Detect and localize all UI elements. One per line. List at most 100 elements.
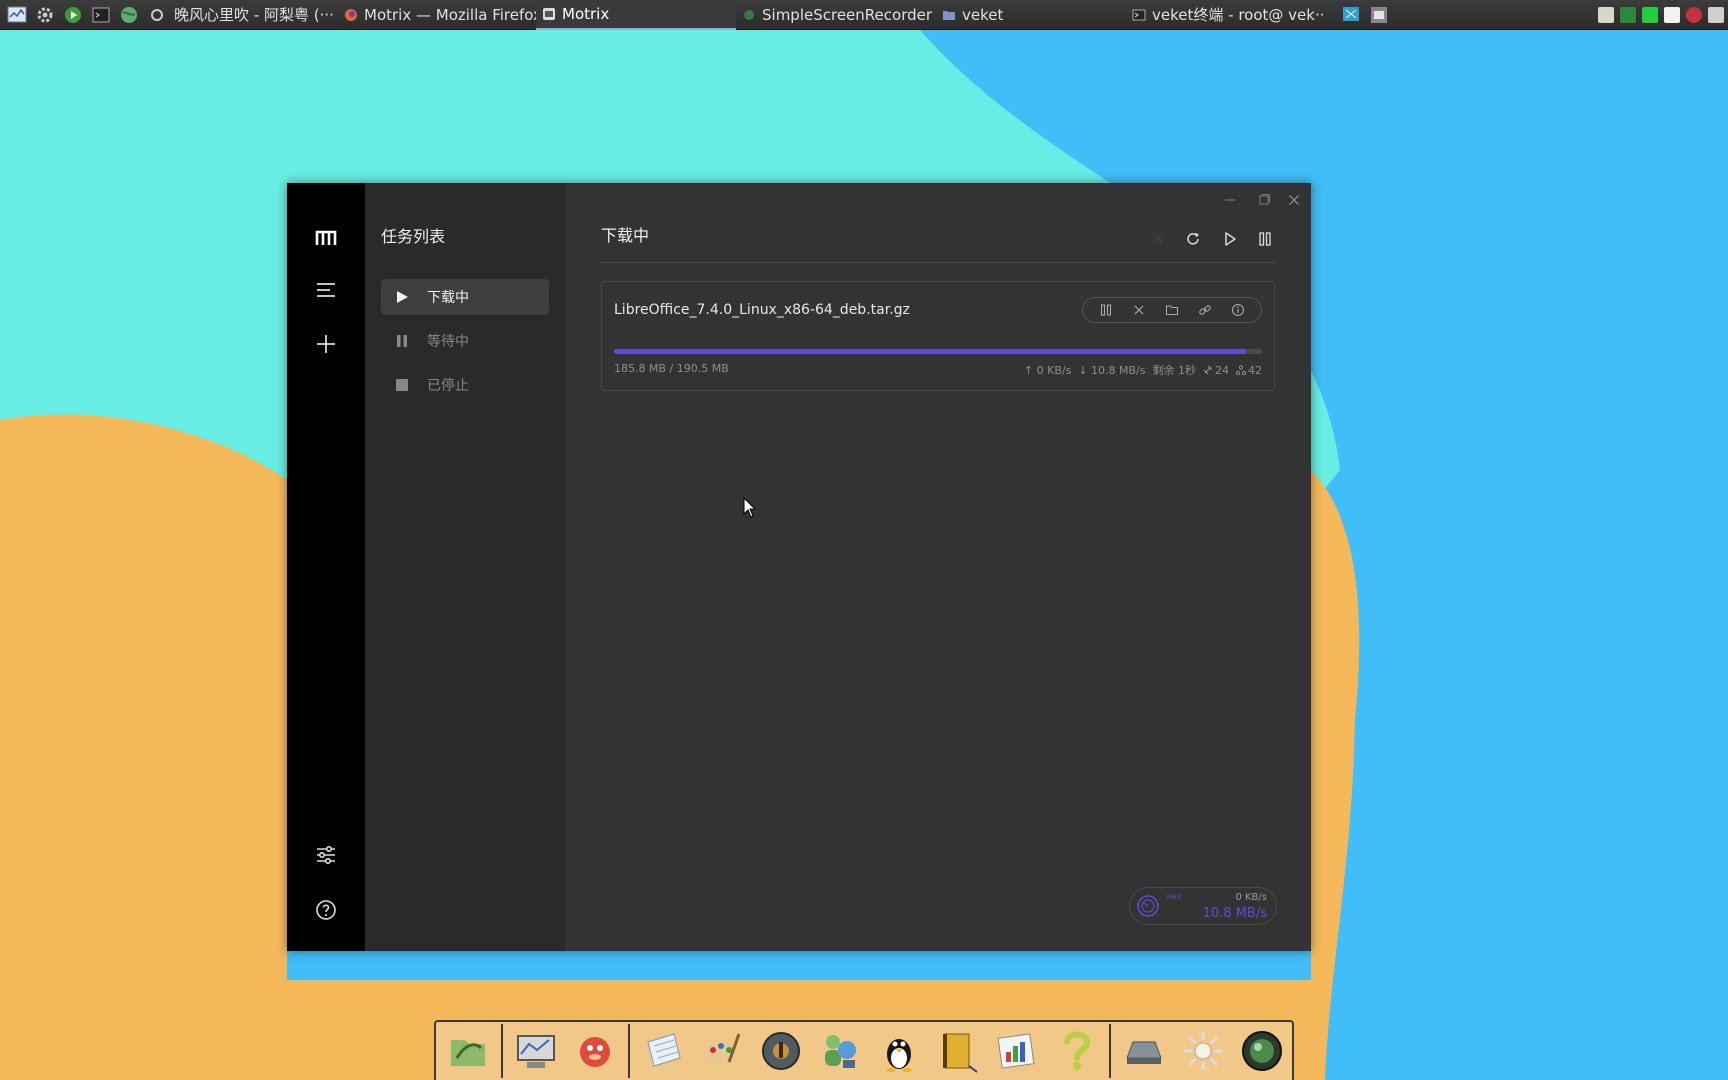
recorder-icon <box>744 9 754 20</box>
speedometer-gauge-icon <box>1137 895 1159 917</box>
preferences-sliders-icon[interactable] <box>311 840 341 870</box>
seeders-count: 42 <box>1248 363 1262 377</box>
motrix-logo-icon <box>311 223 341 253</box>
open-folder-button[interactable] <box>1163 301 1181 319</box>
dock-qq-penguin-icon[interactable] <box>873 1025 925 1077</box>
speedometer[interactable]: MAX 0 KB/s 10.8 MB/s <box>1129 887 1277 925</box>
terminal-icon[interactable] <box>90 5 112 25</box>
task-motrix[interactable]: Motrix <box>536 0 736 30</box>
dock-settings-sun-icon[interactable] <box>1177 1025 1229 1077</box>
maximize-button[interactable] <box>1249 187 1279 213</box>
peers-icon <box>1236 365 1246 375</box>
battery-icon[interactable] <box>1642 6 1658 23</box>
progress-bar <box>614 349 1262 354</box>
pause-task-button[interactable] <box>1097 301 1115 319</box>
panel-title: 任务列表 <box>381 227 446 246</box>
dock-text-editor-icon[interactable] <box>637 1025 689 1077</box>
pause-all-button[interactable] <box>1253 227 1277 251</box>
subnav-item-waiting[interactable]: 等待中 <box>381 323 549 359</box>
terminal-icon <box>1132 9 1146 20</box>
download-speed: ↓ 10.8 MB/s <box>1078 363 1146 377</box>
stop-icon <box>391 374 413 396</box>
resume-all-button[interactable] <box>1218 227 1242 251</box>
task-list-menu-icon[interactable] <box>311 275 341 305</box>
play-icon <box>391 286 413 308</box>
motrix-window: 任务列表 下载中 等待中 已停止 下载中 LibreOffice_7.4.0_L… <box>287 183 1311 951</box>
keyboard-icon[interactable] <box>1708 6 1724 23</box>
media-play-icon[interactable] <box>62 5 84 25</box>
task-screen-recorder[interactable]: SimpleScreenRecorder <box>736 0 936 30</box>
dock-file-manager-icon[interactable] <box>442 1025 494 1077</box>
subnav-item-label: 已停止 <box>427 378 469 394</box>
add-task-plus-icon[interactable] <box>311 329 341 359</box>
dock-paint-app-icon[interactable] <box>696 1025 748 1077</box>
app-window-icon[interactable] <box>1368 5 1390 25</box>
dock-camera-lens-icon[interactable] <box>1236 1025 1288 1077</box>
dock <box>434 1020 1294 1080</box>
main-content: 下载中 LibreOffice_7.4.0_Linux_x86-64_deb.t… <box>565 183 1311 951</box>
task-label: SimpleScreenRecorder <box>762 5 933 24</box>
mouse-cursor-icon <box>743 497 757 518</box>
header-divider <box>601 262 1275 263</box>
maximize-icon <box>1259 193 1271 205</box>
refresh-button[interactable] <box>1181 227 1205 251</box>
pause-icon <box>1100 304 1111 316</box>
remove-task-button[interactable] <box>1130 301 1148 319</box>
network-icon[interactable] <box>1620 6 1636 23</box>
dock-drive-icon[interactable] <box>1118 1025 1170 1077</box>
folder-icon <box>943 10 955 20</box>
subnav-item-stopped[interactable]: 已停止 <box>381 367 549 403</box>
seeders-stat: 42 <box>1236 362 1262 378</box>
delete-task-button[interactable] <box>1146 227 1170 251</box>
display-icon[interactable] <box>1664 6 1680 23</box>
progress-bar-fill <box>614 349 1246 354</box>
pause-icon <box>1259 232 1271 246</box>
dock-help-question-icon[interactable] <box>1050 1025 1102 1077</box>
upload-speed: ↑ 0 KB/s <box>1023 363 1072 377</box>
speed-limit-label: MAX <box>1167 894 1182 901</box>
firefox-icon <box>345 8 357 21</box>
settings-gear-icon[interactable] <box>34 5 56 25</box>
globe-browser-icon[interactable] <box>118 5 140 25</box>
dock-media-player-icon[interactable] <box>755 1025 807 1077</box>
task-music-player[interactable]: 晚风心里吹 - 阿梨粤 (··· <box>168 0 338 30</box>
help-question-icon[interactable] <box>311 895 341 925</box>
dock-network-users-icon[interactable] <box>814 1025 866 1077</box>
dock-mascot-app-icon[interactable] <box>569 1025 621 1077</box>
dock-separator <box>628 1024 630 1078</box>
task-label: Motrix — Mozilla Firefox <box>364 5 536 24</box>
task-label: 晚风心里吹 - 阿梨粤 (··· <box>174 6 334 24</box>
taskbar: 晚风心里吹 - 阿梨粤 (··· Motrix — Mozilla Firefo… <box>0 0 1728 30</box>
link-icon <box>1199 305 1211 315</box>
task-filename: LibreOffice_7.4.0_Linux_x86-64_deb.tar.g… <box>614 302 910 318</box>
dock-spreadsheet-chart-icon[interactable] <box>991 1025 1043 1077</box>
task-terminal[interactable]: veket终端 - root@ vek··· <box>1126 0 1326 30</box>
copy-link-button[interactable] <box>1196 301 1214 319</box>
clipboard-icon[interactable] <box>1598 6 1614 23</box>
close-window-button[interactable] <box>1279 187 1309 213</box>
task-veket-folder[interactable]: veket <box>936 0 1126 30</box>
pause-icon <box>391 330 413 352</box>
dock-book-app-icon[interactable] <box>932 1025 984 1077</box>
global-upload-speed: 0 KB/s <box>1235 892 1267 903</box>
desktop-icon[interactable] <box>1340 5 1362 25</box>
task-label: veket终端 - root@ vek··· <box>1152 6 1326 24</box>
record-icon[interactable] <box>146 5 168 25</box>
task-action-bar <box>1082 297 1262 323</box>
task-firefox[interactable]: Motrix — Mozilla Firefox <box>338 0 536 30</box>
close-icon <box>1153 234 1163 244</box>
dock-monitor-app-icon[interactable] <box>510 1025 562 1077</box>
refresh-icon <box>1187 232 1199 245</box>
connections-icon <box>1203 365 1213 375</box>
task-size-progress: 185.8 MB / 190.5 MB <box>614 362 729 375</box>
download-task-item[interactable]: LibreOffice_7.4.0_Linux_x86-64_deb.tar.g… <box>601 281 1275 391</box>
dock-separator <box>1109 1024 1111 1078</box>
system-monitor-icon[interactable] <box>6 5 28 25</box>
record-indicator-icon[interactable] <box>1686 6 1702 23</box>
subnav-item-downloading[interactable]: 下载中 <box>381 279 549 315</box>
minimize-button[interactable] <box>1215 187 1245 213</box>
task-info-button[interactable] <box>1229 301 1247 319</box>
motrix-app-icon <box>543 7 555 20</box>
side-nav <box>287 183 365 951</box>
page-title: 下载中 <box>601 226 650 245</box>
